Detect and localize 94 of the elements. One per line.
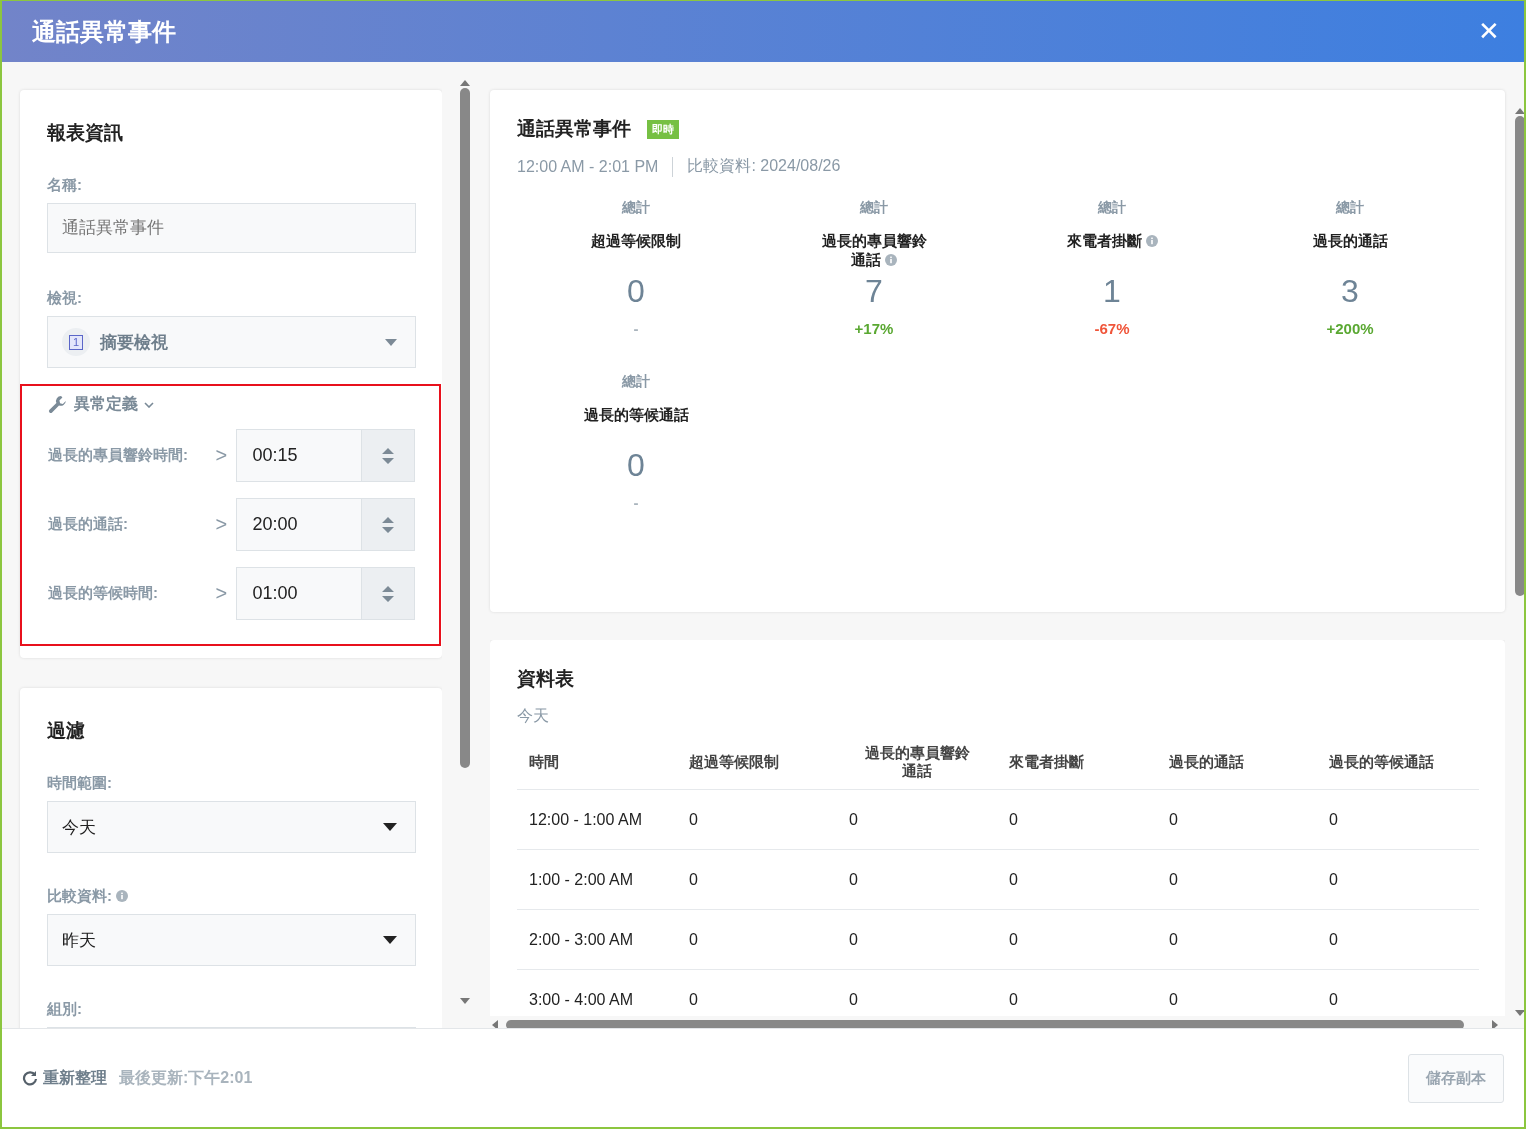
section-heading: 報表資訊 xyxy=(47,121,124,145)
table-cell-text: 2:00 - 3:00 AM xyxy=(528,929,635,950)
operator: > xyxy=(215,513,229,536)
operator: > xyxy=(215,444,229,467)
table-cell-text: 1:00 - 2:00 AM xyxy=(528,869,635,890)
chevron-icon xyxy=(144,401,154,408)
card-title: 資料表 xyxy=(517,667,575,691)
table-cell-text: 0 xyxy=(688,929,699,950)
table-cell-text: 0 xyxy=(1328,989,1339,1010)
table-cell-text: 0 xyxy=(1328,929,1339,950)
stepper-icon[interactable] xyxy=(381,515,395,534)
metric-value: 1 xyxy=(1103,273,1121,310)
column-header: 來電者掛斷 xyxy=(1008,751,1085,772)
time-range: 12:00 AM - 2:01 PM xyxy=(517,157,659,176)
table-cell-text: 0 xyxy=(1328,809,1339,830)
field-label: 組別: xyxy=(47,1000,83,1019)
metric-value: 0 xyxy=(627,447,645,484)
table-cell-text: 0 xyxy=(1008,869,1019,890)
column-header: 超過等候限制 xyxy=(688,751,780,772)
metric-name: 過長的通話 xyxy=(1311,231,1389,251)
info-icon xyxy=(885,254,897,266)
table-cell-text: 0 xyxy=(1168,809,1179,830)
table-cell-text: 0 xyxy=(1328,869,1339,890)
table-cell-text: 0 xyxy=(688,869,699,890)
section-heading: 過濾 xyxy=(47,719,86,743)
metric-change: - xyxy=(633,494,639,511)
time-input[interactable]: 00:15 xyxy=(235,429,415,482)
caret-icon xyxy=(385,338,397,346)
caret-icon xyxy=(383,823,397,831)
table-cell-text: 0 xyxy=(1168,929,1179,950)
window-title: 通話異常事件 xyxy=(32,16,176,47)
compare-date: 比較資料: 2024/08/26 xyxy=(687,156,841,176)
stepper-icon[interactable] xyxy=(381,446,395,465)
last-updated: 最後更新:下午2:01 xyxy=(119,1067,253,1088)
column-header: 過長的專員響鈴通話 xyxy=(863,743,971,781)
time-input[interactable]: 20:00 xyxy=(235,498,415,551)
metric-change: -67% xyxy=(1094,320,1130,337)
table-cell-text: 0 xyxy=(1168,989,1179,1010)
input-field[interactable]: 通話異常事件 xyxy=(47,203,416,253)
caret-icon xyxy=(383,936,397,944)
metric-name: 過長的等候通話 xyxy=(582,405,690,425)
metric-name: 來電者掛斷 xyxy=(1056,231,1168,271)
view-icon: 1 xyxy=(62,328,90,356)
table-cell-text: 0 xyxy=(848,869,859,890)
metric-name: 超過等候限制 xyxy=(590,231,682,251)
refresh-button[interactable]: 重新整理 xyxy=(22,1067,107,1089)
metric-name: 過長的專員響鈴通話 xyxy=(820,231,928,270)
metric-value: 0 xyxy=(627,273,645,310)
metric-caption: 總計 xyxy=(1098,199,1126,217)
dropdown[interactable]: 今天 xyxy=(47,801,416,853)
field-label: 時間範圍: xyxy=(47,774,113,793)
dropdown[interactable]: 昨天 xyxy=(47,914,416,966)
metric-value: 7 xyxy=(865,273,883,310)
table-cell-text: 0 xyxy=(848,989,859,1010)
info-icon xyxy=(1145,235,1158,247)
table-cell-text: 3:00 - 4:00 AM xyxy=(528,989,635,1010)
field-label: 比較資料: xyxy=(47,887,416,906)
table-cell-text: 0 xyxy=(688,989,699,1010)
column-header: 過長的通話 xyxy=(1168,751,1245,772)
wrench-icon xyxy=(48,394,68,415)
table-cell-text: 0 xyxy=(1008,929,1019,950)
metric-change: - xyxy=(633,320,639,337)
close-button[interactable]: ✕ xyxy=(1474,16,1504,47)
table-cell-text: 12:00 - 1:00 AM xyxy=(528,809,643,830)
table-cell-text: 0 xyxy=(1008,989,1019,1010)
column-header: 時間 xyxy=(528,751,560,772)
stepper-icon[interactable] xyxy=(381,584,395,603)
time-input[interactable]: 01:00 xyxy=(235,567,415,620)
field-label: 名稱: xyxy=(47,176,83,195)
metric-caption: 總計 xyxy=(1336,199,1364,217)
table-cell-text: 0 xyxy=(848,809,859,830)
table-cell-text: 0 xyxy=(1168,869,1179,890)
card-title: 通話異常事件 xyxy=(517,117,631,141)
metric-change: +17% xyxy=(854,320,894,337)
operator: > xyxy=(215,582,229,605)
metric-caption: 總計 xyxy=(622,373,650,391)
refresh-icon xyxy=(22,1070,38,1086)
metric-change: +200% xyxy=(1326,320,1374,337)
table-cell-text: 0 xyxy=(1008,809,1019,830)
field-label: 過長的等候時間: xyxy=(48,584,159,603)
table-cell-text: 0 xyxy=(848,929,859,950)
dropdown[interactable]: 1 摘要檢視 xyxy=(47,316,416,368)
field-label: 檢視: xyxy=(47,289,83,308)
section-toggle[interactable]: 異常定義 xyxy=(48,394,154,415)
metric-caption: 總計 xyxy=(622,199,650,217)
live-badge: 即時 xyxy=(647,119,679,139)
metric-value: 3 xyxy=(1341,273,1359,310)
field-label: 過長的專員響鈴時間: xyxy=(48,446,189,465)
metric-caption: 總計 xyxy=(860,199,888,217)
column-header: 過長的等候通話 xyxy=(1328,751,1435,772)
field-label: 過長的通話: xyxy=(48,515,129,534)
info-icon xyxy=(116,890,128,902)
table-cell-text: 0 xyxy=(688,809,699,830)
table-subtitle: 今天 xyxy=(517,706,550,726)
